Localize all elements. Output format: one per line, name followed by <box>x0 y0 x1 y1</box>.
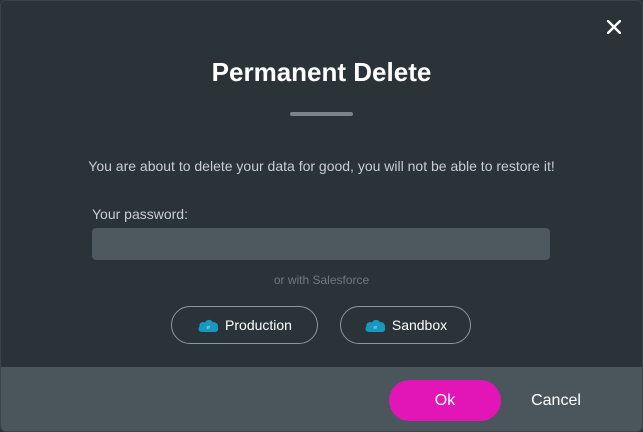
or-with-salesforce-text: or with Salesforce <box>273 273 370 287</box>
dialog-footer: Ok Cancel <box>1 367 642 431</box>
password-label: Your password: <box>92 206 188 222</box>
salesforce-production-button[interactable]: sf Production <box>171 306 318 344</box>
ok-button[interactable]: Ok <box>389 380 501 421</box>
salesforce-button-label: Sandbox <box>391 317 448 333</box>
dialog-title: Permanent Delete <box>211 57 432 87</box>
close-button[interactable] <box>604 17 624 37</box>
salesforce-button-label: Production <box>225 317 292 333</box>
salesforce-sandbox-button[interactable]: sf Sandbox <box>340 306 471 344</box>
salesforce-cloud-icon: sf <box>198 319 219 332</box>
password-input[interactable] <box>92 228 550 260</box>
permanent-delete-dialog: Permanent Delete You are about to delete… <box>0 0 643 432</box>
close-icon <box>607 20 621 34</box>
cancel-button[interactable]: Cancel <box>511 380 601 421</box>
title-divider <box>290 112 353 116</box>
warning-message: You are about to delete your data for go… <box>88 158 555 174</box>
salesforce-cloud-icon: sf <box>365 319 386 332</box>
